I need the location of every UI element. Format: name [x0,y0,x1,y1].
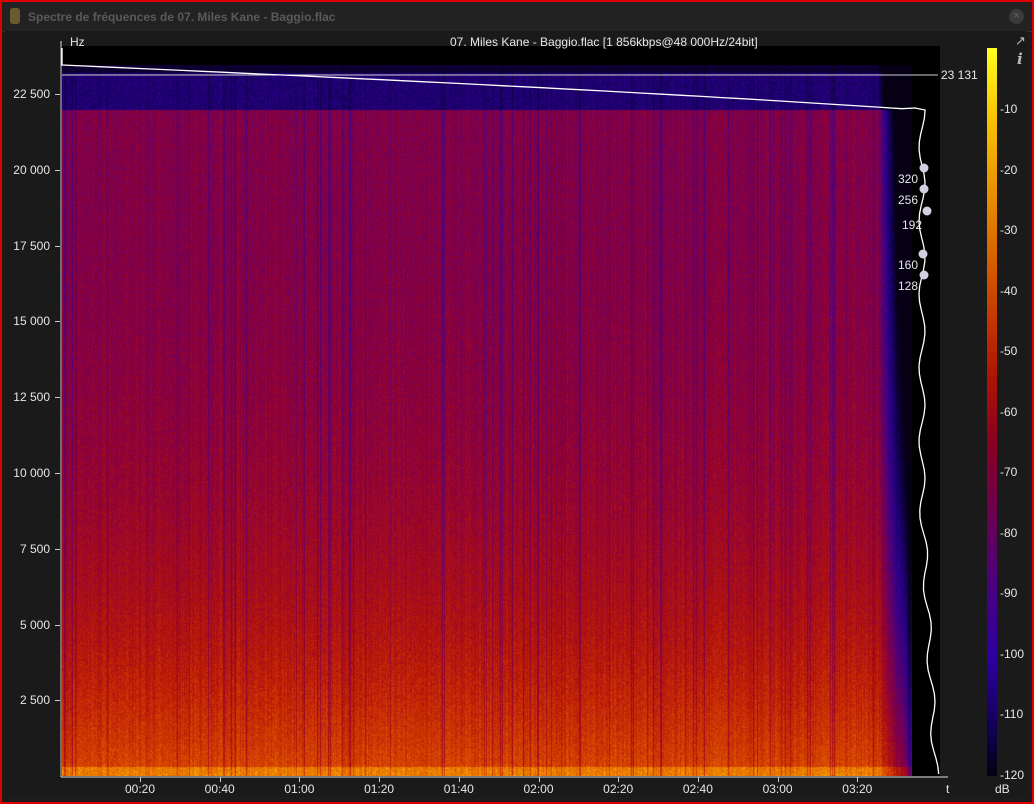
bitrate-marker-dot [923,207,932,216]
bitrate-marker-dot [920,271,929,280]
bitrate-marker-dot [919,250,928,259]
overlay-graphics [0,0,1034,804]
max-frequency-curve [62,48,939,774]
bitrate-marker-dot [920,185,929,194]
bitrate-marker-dot [920,164,929,173]
